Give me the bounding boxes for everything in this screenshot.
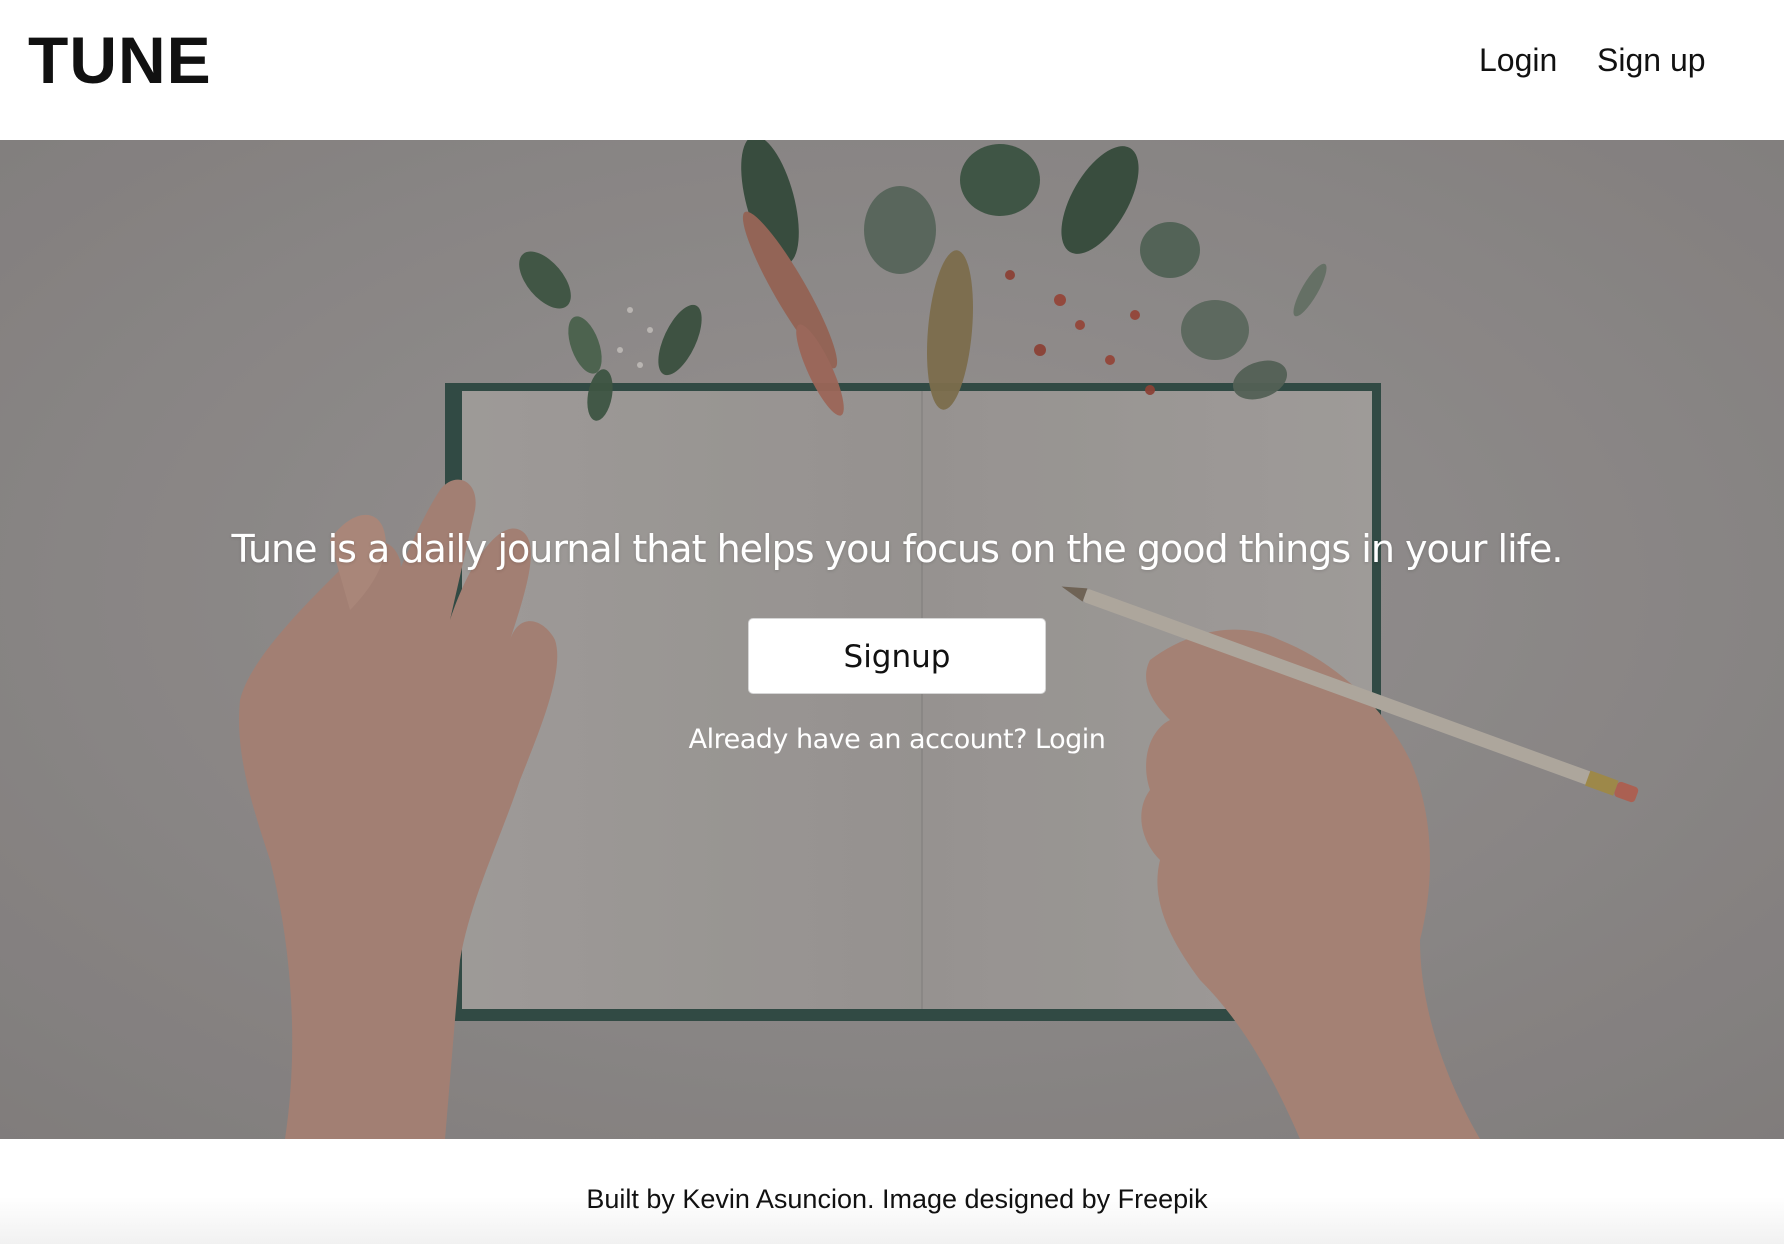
hero-tagline: Tune is a daily journal that helps you f… — [231, 527, 1564, 571]
footer-credit: Built by Kevin Asuncion. Image designed … — [586, 1184, 1208, 1214]
hero-section: Tune is a daily journal that helps you f… — [0, 140, 1784, 1139]
nav-signup-link[interactable]: Sign up — [1597, 38, 1706, 82]
hero-login-prompt: Already have an account? Login — [0, 720, 1784, 760]
top-navigation-bar: TUNE Login Sign up — [0, 0, 1784, 140]
account-prompt-text: Already have an account? — [688, 724, 1028, 755]
page-footer: Built by Kevin Asuncion. Image designed … — [0, 1139, 1784, 1244]
nav-login-link[interactable]: Login — [1479, 38, 1557, 82]
brand-logo[interactable]: TUNE — [28, 22, 212, 98]
hero-signup-button[interactable]: Signup — [748, 618, 1046, 694]
hero-login-link[interactable]: Login — [1035, 724, 1106, 755]
